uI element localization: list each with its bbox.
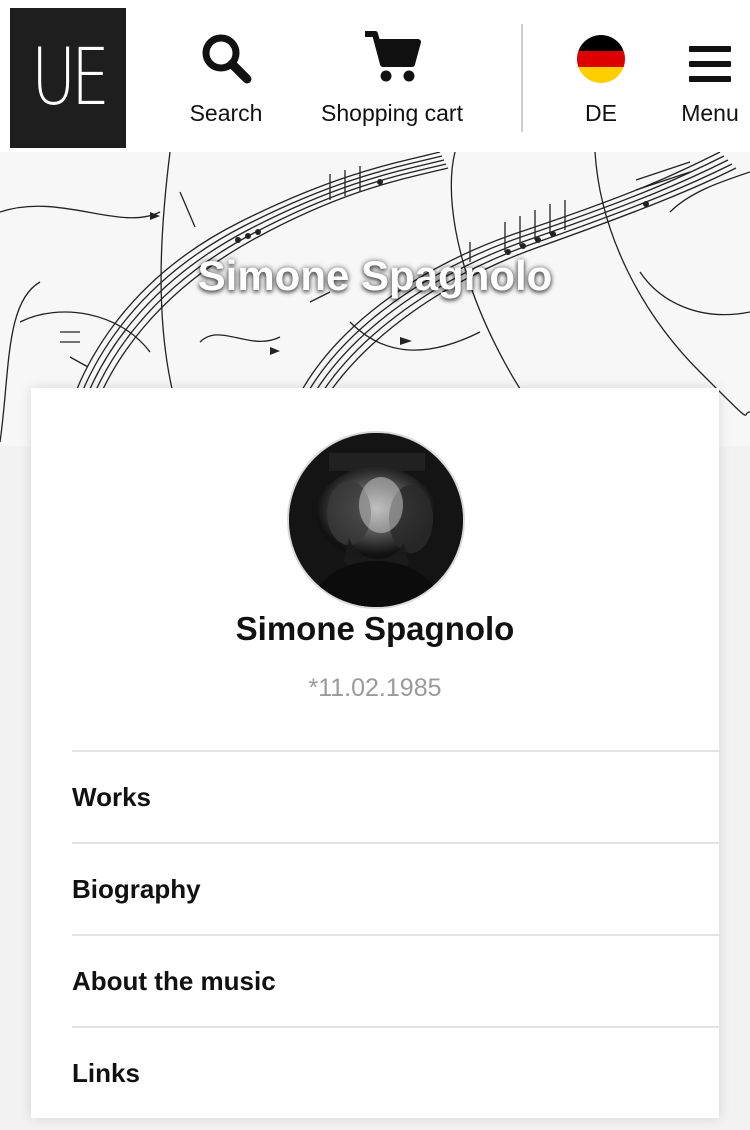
language-label: DE	[585, 100, 617, 126]
site-header: UE Search Shopping cart DE Menu	[0, 0, 750, 152]
search-label: Search	[189, 100, 263, 126]
composer-card: Simone Spagnolo *11.02.1985 Works Biogra…	[31, 388, 719, 1118]
nav-item-label: Biography	[72, 873, 201, 904]
nav-item-about-the-music[interactable]: About the music	[72, 934, 719, 1026]
hamburger-menu-icon	[687, 24, 733, 84]
menu-button[interactable]: Menu	[670, 24, 750, 136]
hero-title: Simone Spagnolo	[197, 252, 553, 299]
shopping-cart-icon	[363, 24, 421, 84]
nav-item-works[interactable]: Works	[72, 750, 719, 842]
nav-item-biography[interactable]: Biography	[72, 842, 719, 934]
nav-item-label: About the music	[72, 965, 276, 996]
search-button[interactable]: Search	[176, 24, 276, 136]
nav-item-label: Links	[72, 1057, 140, 1088]
menu-label: Menu	[681, 100, 739, 126]
composer-name: Simone Spagnolo	[235, 610, 515, 647]
composer-avatar	[287, 431, 465, 609]
ue-logo[interactable]: UE	[10, 8, 126, 148]
nav-item-label: Works	[72, 781, 151, 812]
portrait-image	[289, 433, 463, 607]
nav-item-links[interactable]: Links	[72, 1026, 719, 1118]
language-switch-button[interactable]: DE	[566, 24, 636, 136]
logo-text: UE	[31, 33, 109, 123]
search-icon	[200, 24, 252, 84]
shopping-cart-button[interactable]: Shopping cart	[312, 24, 472, 136]
composer-nav-list: Works Biography About the music Links	[72, 750, 719, 1118]
birth-date: *11.02.1985	[308, 674, 442, 702]
german-flag-icon	[576, 24, 626, 84]
shopping-cart-label: Shopping cart	[321, 100, 463, 126]
header-divider	[521, 24, 523, 132]
